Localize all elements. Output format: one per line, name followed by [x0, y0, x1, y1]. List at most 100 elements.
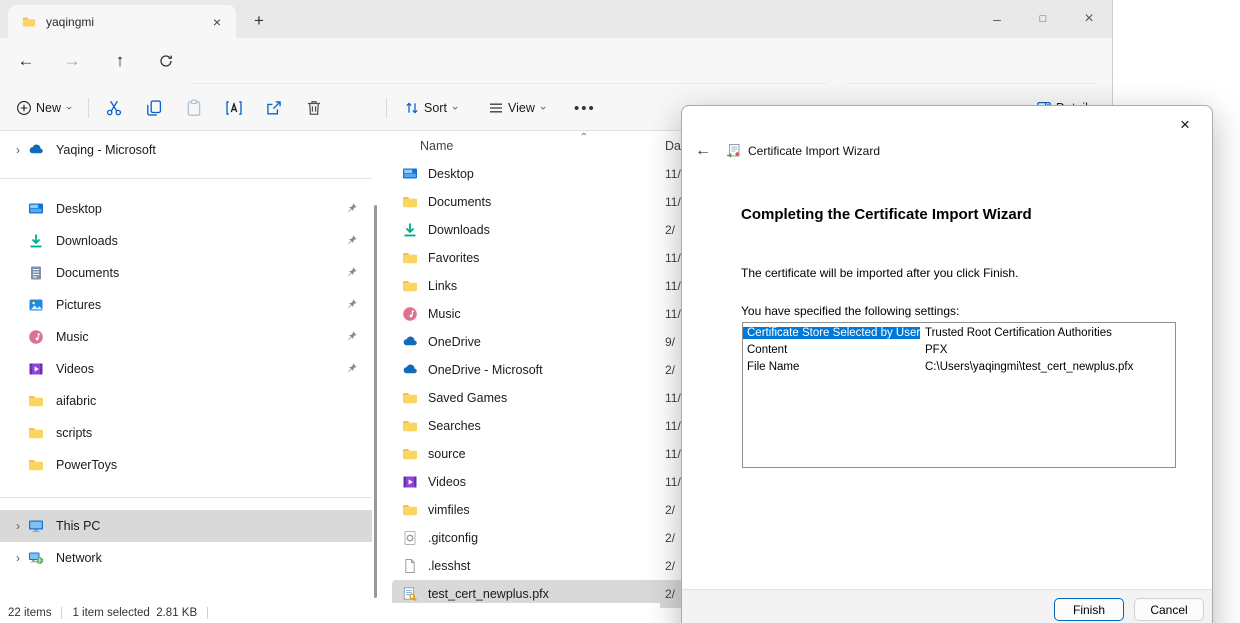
up-button[interactable]: ↑ — [100, 43, 140, 79]
window-controls: – □ × — [974, 0, 1112, 38]
chevron-right-icon[interactable]: › — [8, 143, 28, 157]
share-button[interactable] — [254, 92, 294, 124]
pin-icon — [346, 234, 358, 246]
file-name: OneDrive — [428, 335, 481, 349]
sidebar-item-network[interactable]: › Network — [0, 542, 372, 574]
onedrive-icon — [402, 362, 418, 378]
settings-row[interactable]: Certificate Store Selected by UserTruste… — [743, 324, 1175, 341]
copy-button[interactable] — [134, 92, 174, 124]
pin-icon — [346, 330, 358, 342]
sidebar-item-yaqing-microsoft[interactable]: ›Yaqing - Microsoft — [0, 134, 372, 166]
tab-close-icon[interactable]: × — [206, 11, 228, 33]
folder-icon — [28, 457, 44, 473]
onedrive-icon — [402, 334, 418, 350]
sidebar-item-music[interactable]: Music — [0, 321, 372, 353]
status-divider — [207, 607, 208, 619]
chevron-right-icon[interactable]: › — [8, 519, 28, 533]
file-date: 11/ — [665, 251, 681, 265]
file-name: Favorites — [428, 251, 479, 265]
desktop-icon — [402, 166, 418, 182]
forward-button[interactable]: → — [52, 43, 92, 79]
sidebar: ›Yaqing - Microsoft DesktopDownloadsDocum… — [0, 131, 372, 623]
dialog-footer: Finish Cancel — [682, 589, 1212, 623]
file-name: test_cert_newplus.pfx — [428, 587, 549, 601]
maximize-icon[interactable]: □ — [1020, 0, 1066, 38]
cancel-button[interactable]: Cancel — [1134, 598, 1204, 621]
file-name: Saved Games — [428, 391, 507, 405]
new-button[interactable]: New › — [8, 92, 79, 124]
toolbar-divider — [88, 98, 89, 118]
paste-button[interactable] — [174, 92, 214, 124]
sidebar-item-powertoys[interactable]: PowerToys — [0, 449, 372, 481]
chevron-right-icon[interactable]: › — [8, 551, 28, 565]
file-name: Desktop — [428, 167, 474, 181]
delete-button[interactable] — [294, 92, 334, 124]
file-date: 11/ — [665, 195, 681, 209]
refresh-icon — [158, 53, 174, 69]
sidebar-separator — [0, 178, 372, 179]
chevron-down-icon: › — [449, 106, 461, 110]
gear-doc-icon — [402, 530, 418, 546]
back-button[interactable]: ← — [6, 43, 46, 79]
settings-table[interactable]: Certificate Store Selected by UserTruste… — [742, 322, 1176, 468]
column-header-name[interactable]: Name — [420, 139, 453, 153]
sidebar-item-downloads[interactable]: Downloads — [0, 225, 372, 257]
ellipsis-icon: ••• — [574, 100, 596, 117]
sidebar-item-label: Network — [56, 551, 102, 565]
sidebar-item-this-pc[interactable]: ›This PC — [0, 510, 372, 542]
file-name: Links — [428, 279, 457, 293]
paste-icon — [185, 99, 203, 117]
dialog-close-icon[interactable]: × — [1170, 110, 1200, 140]
dialog-text-line2: You have specified the following setting… — [741, 304, 959, 318]
column-header-date[interactable]: Da — [665, 139, 681, 153]
settings-key: Certificate Store Selected by User — [743, 327, 920, 339]
screen: yaqingmi × + – □ × ← → ↑ ›This PC›Window… — [0, 0, 1240, 623]
close-icon[interactable]: × — [1066, 0, 1112, 38]
file-name: .lesshst — [428, 559, 470, 573]
sort-button[interactable]: Sort › — [396, 92, 465, 124]
network-icon — [28, 550, 44, 566]
sidebar-item-aifabric[interactable]: aifabric — [0, 385, 372, 417]
dialog-back-button[interactable]: ← — [690, 138, 716, 164]
dialog-heading: Completing the Certificate Import Wizard — [741, 206, 1032, 223]
cut-button[interactable] — [94, 92, 134, 124]
music-icon — [402, 306, 418, 322]
certificate-icon — [402, 586, 418, 602]
finish-button[interactable]: Finish — [1054, 598, 1124, 621]
sidebar-item-pictures[interactable]: Pictures — [0, 289, 372, 321]
music-icon — [28, 329, 44, 345]
file-name: Downloads — [428, 223, 490, 237]
file-name: Music — [428, 307, 461, 321]
thispc-icon — [28, 518, 44, 534]
explorer-tab[interactable]: yaqingmi × — [8, 5, 236, 38]
minimize-icon[interactable]: – — [974, 0, 1020, 38]
documents-icon — [28, 265, 44, 281]
settings-row[interactable]: File NameC:\Users\yaqingmi\test_cert_new… — [743, 358, 1175, 375]
new-tab-button[interactable]: + — [246, 8, 272, 34]
pin-icon — [346, 266, 358, 278]
view-button[interactable]: View › — [480, 92, 553, 124]
copy-icon — [145, 99, 163, 117]
settings-row[interactable]: ContentPFX — [743, 341, 1175, 358]
sort-caret-icon: › — [578, 132, 590, 136]
more-options-button[interactable]: ••• — [566, 92, 604, 124]
folder-icon — [402, 418, 418, 434]
sidebar-item-label: Pictures — [56, 298, 101, 312]
file-date: 2/ — [665, 559, 675, 573]
sidebar-item-desktop[interactable]: Desktop — [0, 193, 372, 225]
rename-button[interactable] — [214, 92, 254, 124]
sidebar-item-label: Music — [56, 330, 89, 344]
sidebar-item-documents[interactable]: Documents — [0, 257, 372, 289]
file-date: 9/ — [665, 335, 675, 349]
refresh-button[interactable] — [146, 43, 186, 79]
sidebar-item-videos[interactable]: Videos — [0, 353, 372, 385]
sidebar-item-scripts[interactable]: scripts — [0, 417, 372, 449]
trash-icon — [305, 99, 323, 117]
navigation-row: ← → ↑ ›This PC›Windows (C:)›Users›yaqing… — [0, 38, 1112, 84]
pictures-icon — [28, 297, 44, 313]
folder-icon — [22, 15, 36, 29]
folder-icon — [28, 393, 44, 409]
sidebar-scrollbar[interactable] — [374, 205, 377, 598]
settings-value: C:\Users\yaqingmi\test_cert_newplus.pfx — [920, 361, 1133, 373]
folder-icon — [28, 425, 44, 441]
